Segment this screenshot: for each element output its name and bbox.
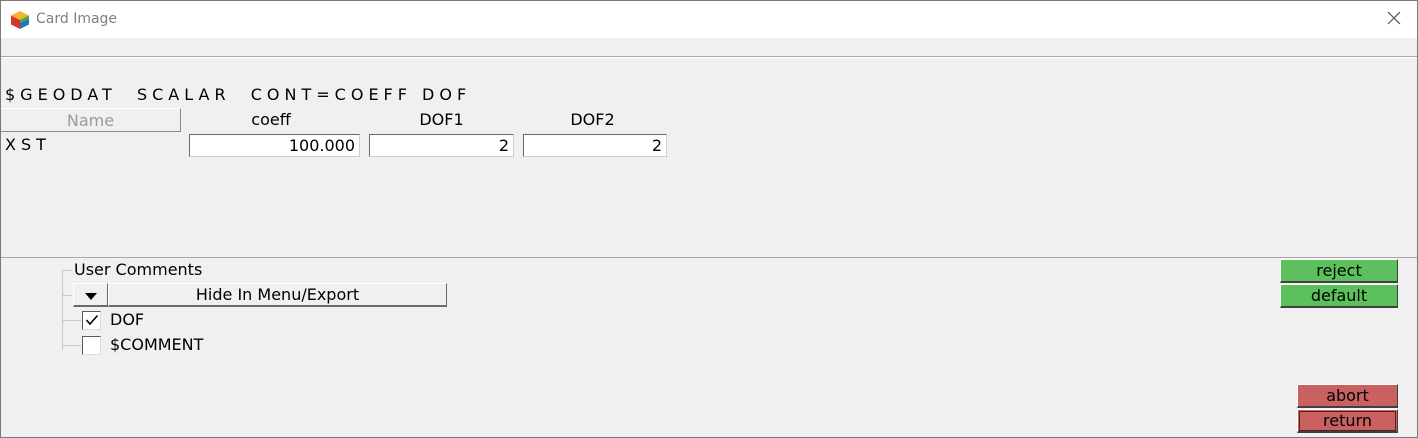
reject-button[interactable]: reject: [1280, 259, 1398, 283]
hide-in-menu-export-button[interactable]: Hide In Menu/Export: [108, 283, 447, 307]
close-button[interactable]: [1371, 1, 1417, 38]
dof2-field[interactable]: 2: [523, 134, 667, 157]
tree-connector: [62, 345, 81, 346]
tree-connector: [62, 295, 72, 296]
return-button[interactable]: return: [1297, 409, 1398, 433]
tree-connector: [62, 320, 81, 321]
column-header-dof2: DOF2: [570, 110, 615, 129]
comment-checkbox-label: $COMMENT: [110, 335, 204, 354]
name-column-header: Name: [1, 108, 181, 132]
abort-button[interactable]: abort: [1297, 384, 1398, 408]
tree-connector: [62, 270, 63, 350]
close-icon: [1387, 10, 1401, 29]
card-format-header: $GEODAT SCALAR CONT=COEFF DOF: [5, 85, 472, 104]
coeff-field[interactable]: 100.000: [189, 134, 360, 157]
bottom-divider: [1, 257, 1417, 258]
dof-checkbox[interactable]: [82, 311, 101, 330]
checkmark-icon: [85, 311, 99, 330]
column-header-coeff: coeff: [251, 110, 291, 129]
tree-connector: [62, 270, 72, 271]
top-divider-highlight: [1, 57, 1417, 58]
default-button[interactable]: default: [1280, 284, 1398, 308]
dof-checkbox-label: DOF: [110, 310, 145, 329]
column-header-dof1: DOF1: [419, 110, 464, 129]
dof1-field[interactable]: 2: [369, 134, 514, 157]
window-frame: [0, 0, 1418, 438]
row-name-label: XST: [5, 135, 51, 154]
user-comments-title: User Comments: [74, 260, 203, 279]
title-bar: Card Image: [1, 1, 1417, 38]
comment-checkbox[interactable]: [82, 336, 101, 355]
triangle-down-icon: [84, 285, 97, 304]
app-cube-icon: [10, 10, 30, 30]
comments-dropdown-button[interactable]: [73, 283, 108, 307]
window-title: Card Image: [36, 11, 118, 27]
